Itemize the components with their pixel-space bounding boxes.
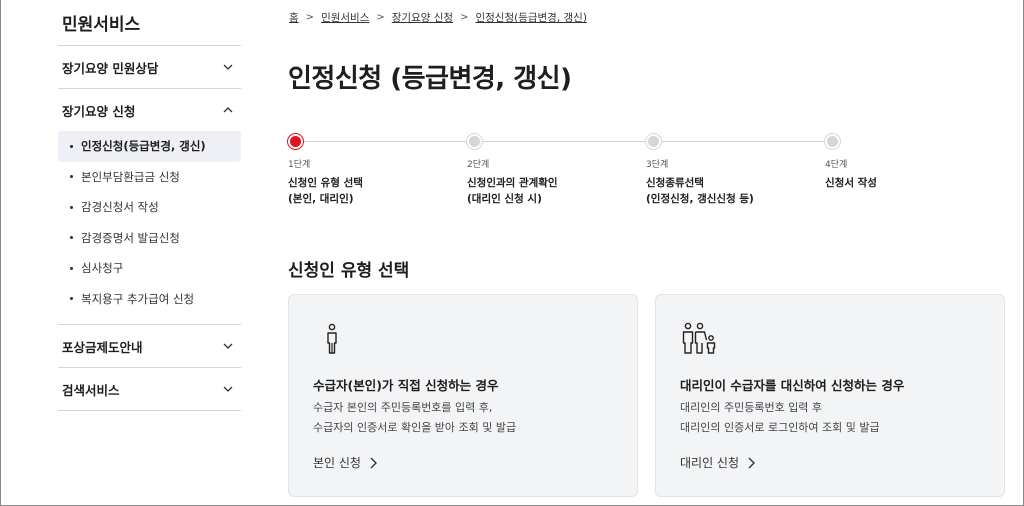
sidebar-title: 민원서비스 — [58, 0, 241, 46]
step-2: 2단계 신청인과의 관계확인 (대리인 신청 시) — [467, 134, 637, 207]
step-indicator — [646, 134, 661, 149]
link-label: 본인 신청 — [313, 456, 361, 470]
step-label: 신청서 작성 — [825, 177, 877, 189]
step-indicator-active — [288, 134, 303, 149]
sidebar-item-label: 인정신청(등급변경, 갱신) — [81, 139, 206, 154]
bullet-icon — [70, 144, 73, 148]
chevron-down-icon — [221, 339, 235, 353]
sidebar-header-search[interactable]: 검색서비스 — [58, 368, 241, 410]
chevron-right-icon: > — [460, 12, 469, 23]
step-indicator — [467, 134, 482, 149]
section-title: 신청인 유형 선택 — [288, 261, 410, 281]
card-desc-line: 수급자의 인증서로 확인을 받아 조회 및 발급 — [313, 421, 517, 434]
breadcrumb-apply[interactable]: 장기요양 신청 — [392, 10, 453, 25]
step-label: 신청종류선택 (인정신청, 갱신신청 등) — [646, 177, 754, 205]
sidebar-section-apply: 장기요양 신청 인정신청(등급변경, 갱신) 본인부담환급금 신청 감경신청서 … — [58, 89, 241, 325]
breadcrumb-current[interactable]: 인정신청(등급변경, 갱신) — [475, 10, 586, 25]
sidebar-item-appeal[interactable]: 심사청구 — [58, 253, 241, 284]
step-number: 4단계 — [825, 160, 848, 170]
sidebar-header-consult[interactable]: 장기요양 민원상담 — [58, 46, 241, 88]
sidebar-header-apply[interactable]: 장기요양 신청 — [58, 89, 241, 131]
sidebar-header-label: 장기요양 민원상담 — [62, 60, 159, 76]
sidebar-item-welfare[interactable]: 복지용구 추가급여 신청 — [58, 284, 241, 315]
sidebar-section-consult: 장기요양 민원상담 — [58, 46, 241, 89]
self-apply-link[interactable]: 본인 신청 — [313, 454, 378, 471]
sidebar-item-label: 심사청구 — [81, 261, 124, 276]
chevron-down-icon — [221, 60, 235, 74]
step-1: 1단계 신청인 유형 선택 (본인, 대리인) — [288, 134, 458, 207]
sidebar-item-reduction-cert[interactable]: 감경증명서 발급신청 — [58, 223, 241, 254]
card-desc-line: 수급자 본인의 주민등록번호를 입력 후, — [313, 401, 493, 414]
card-description: 수급자 본인의 주민등록번호를 입력 후, 수급자의 인증서로 확인을 받아 조… — [313, 398, 516, 438]
step-label: 신청인 유형 선택 (본인, 대리인) — [288, 177, 363, 205]
card-desc-line: 대리인의 인증서로 로그인하여 조회 및 발급 — [680, 421, 880, 434]
link-label: 대리인 신청 — [680, 456, 740, 470]
sidebar-item-refund[interactable]: 본인부담환급금 신청 — [58, 162, 241, 193]
chevron-right-icon — [370, 457, 377, 468]
step-number: 2단계 — [467, 160, 490, 170]
sidebar-item-label: 본인부담환급금 신청 — [81, 169, 180, 184]
card-self-apply[interactable]: 수급자(본인)가 직접 신청하는 경우 수급자 본인의 주민등록번호를 입력 후… — [288, 294, 638, 497]
bullet-icon — [70, 266, 73, 270]
sidebar-sub-list: 인정신청(등급변경, 갱신) 본인부담환급금 신청 감경신청서 작성 감경증명서… — [58, 131, 241, 324]
family-icon — [682, 322, 716, 354]
sidebar: 민원서비스 장기요양 민원상담 장기요양 신청 인정신청(등급변경, 갱신) 본… — [58, 0, 241, 411]
breadcrumb-home[interactable]: 홈 — [289, 10, 299, 25]
step-4: 4단계 신청서 작성 — [825, 134, 995, 191]
sidebar-header-label: 검색서비스 — [62, 382, 120, 398]
sidebar-item-label: 감경신청서 작성 — [81, 200, 159, 215]
sidebar-item-certification[interactable]: 인정신청(등급변경, 갱신) — [58, 131, 241, 162]
breadcrumb: 홈 > 민원서비스 > 장기요양 신청 > 인정신청(등급변경, 갱신) — [289, 10, 587, 25]
sidebar-item-label: 복지용구 추가급여 신청 — [81, 291, 195, 306]
page-title: 인정신청 (등급변경, 갱신) — [288, 64, 572, 94]
chevron-right-icon: > — [305, 12, 315, 23]
person-icon — [327, 323, 337, 354]
sidebar-header-reward[interactable]: 포상금제도안내 — [58, 325, 241, 367]
sidebar-section-reward: 포상금제도안내 — [58, 325, 241, 368]
card-proxy-apply[interactable]: 대리인이 수급자를 대신하여 신청하는 경우 대리인의 주민등록번호 입력 후 … — [655, 294, 1005, 497]
step-3: 3단계 신청종류선택 (인정신청, 갱신신청 등) — [646, 134, 816, 207]
bullet-icon — [70, 205, 73, 209]
chevron-up-icon — [221, 103, 235, 117]
chevron-down-icon — [221, 382, 235, 396]
chevron-right-icon: > — [376, 12, 385, 23]
breadcrumb-service[interactable]: 민원서비스 — [321, 10, 369, 25]
bullet-icon — [70, 175, 73, 179]
step-indicator — [825, 134, 840, 149]
bullet-icon — [70, 297, 73, 301]
sidebar-header-label: 포상금제도안내 — [62, 339, 143, 355]
card-title: 수급자(본인)가 직접 신청하는 경우 — [313, 378, 499, 393]
step-label: 신청인과의 관계확인 (대리인 신청 시) — [467, 177, 558, 205]
step-number: 3단계 — [646, 160, 669, 170]
proxy-apply-link[interactable]: 대리인 신청 — [680, 454, 756, 471]
stepper: 1단계 신청인 유형 선택 (본인, 대리인) 2단계 신청인과의 관계확인 (… — [288, 134, 877, 214]
sidebar-section-search: 검색서비스 — [58, 368, 241, 411]
card-desc-line: 대리인의 주민등록번호 입력 후 — [680, 401, 823, 414]
sidebar-header-label: 장기요양 신청 — [62, 103, 136, 119]
card-description: 대리인의 주민등록번호 입력 후 대리인의 인증서로 로그인하여 조회 및 발급 — [680, 398, 880, 438]
sidebar-item-label: 감경증명서 발급신청 — [81, 230, 180, 245]
card-title: 대리인이 수급자를 대신하여 신청하는 경우 — [680, 378, 905, 393]
step-number: 1단계 — [288, 160, 311, 170]
bullet-icon — [70, 236, 73, 240]
chevron-right-icon — [748, 457, 756, 468]
sidebar-item-reduction-form[interactable]: 감경신청서 작성 — [58, 192, 241, 223]
